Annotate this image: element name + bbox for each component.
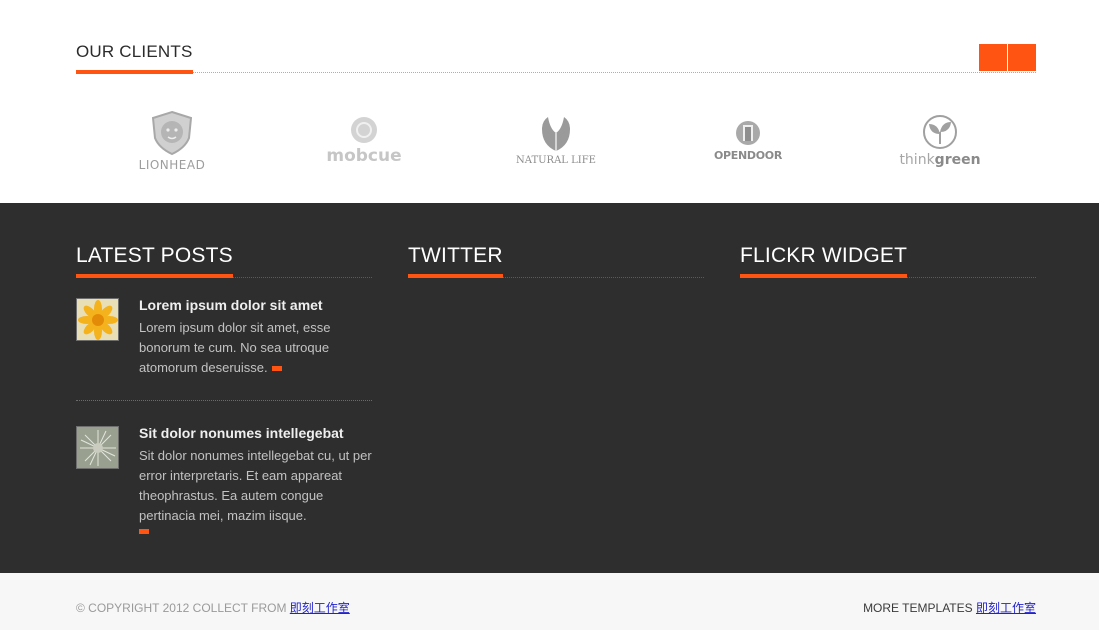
leaf-icon — [542, 116, 570, 151]
latest-posts-title: LATEST POSTS — [76, 243, 233, 278]
latest-posts-widget: LATEST POSTS Lorem ipsum dolor sit amet … — [76, 243, 372, 534]
client-logo-label: mobcue — [326, 146, 402, 166]
post-thumbnail[interactable] — [76, 298, 119, 341]
client-logo-opendoor[interactable]: OPENDOOR — [688, 100, 808, 180]
clients-section: OUR CLIENTS LIONHEAD mobcue NATURAL LIFE… — [0, 0, 1099, 203]
read-more-button[interactable] — [139, 529, 149, 534]
post-excerpt-text: Lorem ipsum dolor sit amet, esse bonorum… — [139, 320, 331, 375]
copyright-text: © COPYRIGHT 2012 COLLECT FROM 即刻工作室 — [76, 601, 350, 615]
list-item: Sit dolor nonumes intellegebat Sit dolor… — [76, 424, 372, 534]
client-logo-label-light: think — [899, 151, 935, 168]
client-logo-label: NATURAL LIFE — [516, 154, 596, 166]
carousel-next-button[interactable] — [1008, 44, 1036, 71]
post-excerpt: Lorem ipsum dolor sit amet, esse bonorum… — [139, 318, 372, 378]
flickr-widget: FLICKR WIDGET — [740, 243, 1036, 278]
more-templates-label: MORE TEMPLATES — [863, 601, 973, 615]
client-logo-label: LIONHEAD — [138, 157, 206, 172]
lion-shield-icon — [151, 110, 193, 155]
post-title-link[interactable]: Sit dolor nonumes intellegebat — [139, 424, 372, 443]
client-logo-label: OPENDOOR — [713, 149, 783, 162]
client-logo-label-bold: green — [934, 151, 981, 168]
widget-header: TWITTER — [408, 243, 704, 278]
more-templates-link[interactable]: 即刻工作室 — [976, 601, 1036, 615]
copyright-link[interactable]: 即刻工作室 — [290, 601, 350, 615]
post-divider — [76, 400, 372, 401]
flickr-title: FLICKR WIDGET — [740, 243, 908, 278]
widget-header: LATEST POSTS — [76, 243, 372, 278]
client-logo-thinkgreen[interactable]: thinkgreen — [880, 100, 1000, 180]
more-templates: MORE TEMPLATES 即刻工作室 — [863, 601, 1036, 615]
client-logo-lionhead[interactable]: LIONHEAD — [112, 100, 232, 180]
client-logo-mobcue[interactable]: mobcue — [304, 100, 424, 180]
dandelion-thumbnail-icon — [77, 427, 118, 468]
post-thumbnail[interactable] — [76, 426, 119, 469]
twitter-title: TWITTER — [408, 243, 503, 278]
list-item: Lorem ipsum dolor sit amet Lorem ipsum d… — [76, 296, 372, 378]
carousel-prev-button[interactable] — [979, 44, 1007, 71]
client-logo-label: thinkgreen — [899, 153, 980, 167]
copyright-label: © COPYRIGHT 2012 COLLECT FROM — [76, 601, 287, 615]
footer-widgets: LATEST POSTS Lorem ipsum dolor sit amet … — [0, 203, 1099, 573]
clients-title: OUR CLIENTS — [76, 42, 193, 74]
carousel-nav — [979, 44, 1036, 71]
door-icon — [736, 121, 760, 145]
flower-thumbnail-icon — [77, 299, 118, 340]
clients-header: OUR CLIENTS — [76, 42, 1036, 74]
client-logos: LIONHEAD mobcue NATURAL LIFE OPENDOOR th… — [76, 100, 1036, 180]
twitter-widget: TWITTER — [408, 243, 704, 278]
post-excerpt: Sit dolor nonumes intellegebat cu, ut pe… — [139, 448, 372, 523]
mobcue-circle-icon — [351, 117, 377, 143]
read-more-button[interactable] — [271, 366, 282, 372]
post-title-link[interactable]: Lorem ipsum dolor sit amet — [139, 296, 372, 315]
client-logo-natural-life[interactable]: NATURAL LIFE — [496, 100, 616, 180]
post-list: Lorem ipsum dolor sit amet Lorem ipsum d… — [76, 296, 372, 534]
widget-header: FLICKR WIDGET — [740, 243, 1036, 278]
sprout-icon — [923, 114, 957, 149]
bottom-bar: © COPYRIGHT 2012 COLLECT FROM 即刻工作室 MORE… — [0, 573, 1099, 630]
